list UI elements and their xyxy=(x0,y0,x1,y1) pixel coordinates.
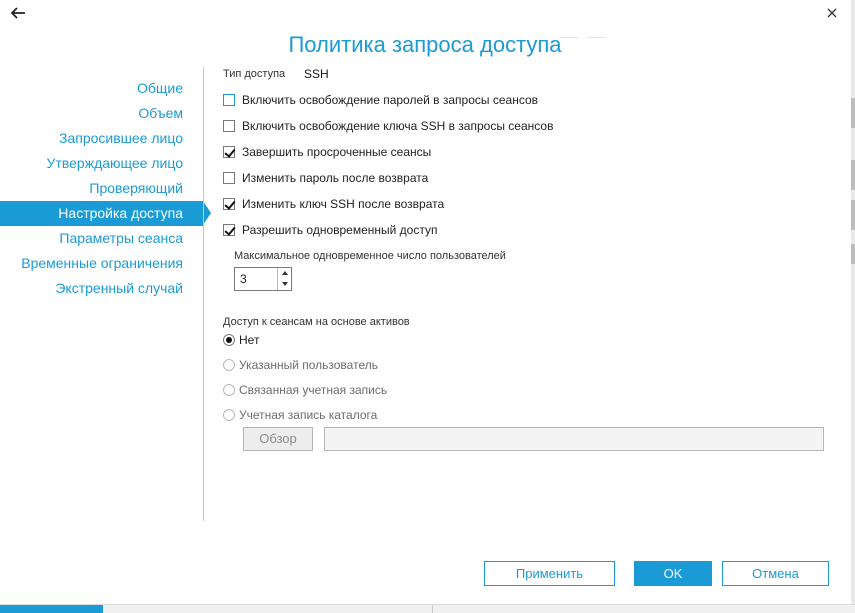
sidebar-item-access-config[interactable]: Настройка доступа xyxy=(0,201,211,226)
checkbox[interactable] xyxy=(223,146,235,158)
option-change-ssh-key[interactable]: Изменить ключ SSH после возврата xyxy=(223,196,444,212)
background-window-mark xyxy=(851,160,855,190)
radio-linked-account[interactable]: Связанная учетная запись xyxy=(223,382,387,398)
radio-label: Связанная учетная запись xyxy=(239,383,388,397)
max-users-value[interactable]: 3 xyxy=(240,272,247,286)
max-users-label: Максимальное одновременное число пользов… xyxy=(234,250,506,262)
radio[interactable] xyxy=(223,384,235,396)
max-users-stepper[interactable]: 3 xyxy=(234,267,292,291)
background-window-mark xyxy=(851,98,855,128)
checkbox[interactable] xyxy=(223,172,235,184)
access-type-value: SSH xyxy=(304,67,329,81)
radio-specified-user[interactable]: Указанный пользователь xyxy=(223,357,378,373)
radio-label: Учетная запись каталога xyxy=(239,408,378,422)
sidebar-item-scope[interactable]: Объем xyxy=(0,101,203,126)
page-title: Политика запроса доступа xyxy=(288,32,562,57)
directory-account-field[interactable] xyxy=(324,427,824,451)
checkbox-label: Разрешить одновременный доступ xyxy=(242,223,438,237)
asset-based-access-label: Доступ к сеансам на основе активов xyxy=(223,316,410,328)
checkbox[interactable] xyxy=(223,94,235,106)
option-release-passwords[interactable]: Включить освобождение паролей в запросы … xyxy=(223,92,538,108)
stepper-buttons xyxy=(277,268,291,290)
sidebar-item-general[interactable]: Общие xyxy=(0,76,203,101)
checkbox-label: Изменить пароль после возврата xyxy=(242,171,429,185)
access-request-policy-dialog: Политика запроса доступа Общие Объем Зап… xyxy=(0,0,852,604)
checkbox-label: Изменить ключ SSH после возврата xyxy=(242,197,445,211)
radio-directory-account[interactable]: Учетная запись каталога xyxy=(223,407,377,423)
radio-none[interactable]: Нет xyxy=(223,332,259,348)
checkbox-label: Включить освобождение паролей в запросы … xyxy=(242,93,539,107)
apply-button[interactable]: Применить xyxy=(484,561,615,586)
radio-label: Указанный пользователь xyxy=(239,358,378,372)
sidebar-item-approver[interactable]: Утверждающее лицо xyxy=(0,151,203,176)
checkbox[interactable] xyxy=(223,120,235,132)
chevron-down-icon[interactable] xyxy=(278,279,291,290)
checkbox-label: Включить освобождение ключа SSH в запрос… xyxy=(242,119,554,133)
sidebar-item-emergency[interactable]: Экстренный случай xyxy=(0,276,203,301)
checkbox[interactable] xyxy=(223,198,235,210)
back-arrow-icon[interactable] xyxy=(9,5,27,21)
radio[interactable] xyxy=(223,334,235,346)
option-release-ssh-key[interactable]: Включить освобождение ключа SSH в запрос… xyxy=(223,118,553,134)
radio-label: Нет xyxy=(239,333,260,347)
sidebar-item-time-restrictions[interactable]: Временные ограничения xyxy=(0,251,203,276)
sidebar-divider xyxy=(203,67,204,521)
sidebar-item-reviewer[interactable]: Проверяющий xyxy=(0,176,203,201)
ok-button[interactable]: OK xyxy=(634,561,712,586)
background-window-edge xyxy=(851,0,855,604)
checkbox-label: Завершить просроченные сеансы xyxy=(242,145,432,159)
cancel-button[interactable]: Отмена xyxy=(722,561,829,586)
close-icon[interactable] xyxy=(824,5,840,21)
sidebar-item-session-params[interactable]: Параметры сеанса xyxy=(0,226,203,251)
access-type-label: Тип доступа xyxy=(223,68,286,80)
radio[interactable] xyxy=(223,409,235,421)
radio[interactable] xyxy=(223,359,235,371)
browse-button[interactable]: Обзор xyxy=(243,427,313,451)
option-terminate-expired[interactable]: Завершить просроченные сеансы xyxy=(223,144,431,160)
sidebar-item-requester[interactable]: Запросившее лицо xyxy=(0,126,203,151)
background-window-mark xyxy=(851,200,855,230)
sidebar-nav: Общие Объем Запросившее лицо Утверждающе… xyxy=(0,76,211,301)
checkbox[interactable] xyxy=(223,224,235,236)
option-change-password[interactable]: Изменить пароль после возврата xyxy=(223,170,428,186)
background-window-mark xyxy=(851,244,855,264)
chevron-up-icon[interactable] xyxy=(278,268,291,279)
option-concurrent-access[interactable]: Разрешить одновременный доступ xyxy=(223,222,438,238)
